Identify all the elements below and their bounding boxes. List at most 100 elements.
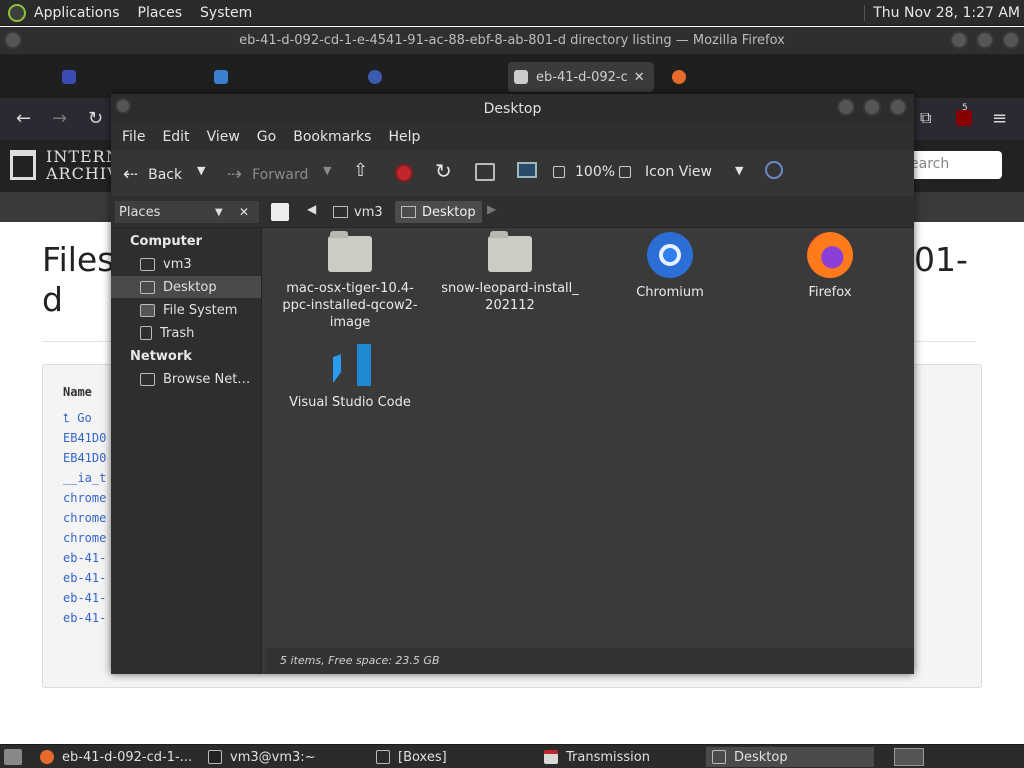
hamburger-menu-icon[interactable]: ≡ — [992, 108, 1007, 129]
listing-row[interactable]: chrome — [63, 491, 106, 505]
chevron-down-icon: ▼ — [215, 206, 223, 218]
fm-titlebar[interactable]: Desktop — [111, 94, 914, 123]
gnome-logo-icon[interactable] — [8, 3, 26, 22]
panel-clock[interactable]: Thu Nov 28, 1:27 AM — [864, 4, 1020, 21]
close-icon[interactable] — [1002, 31, 1020, 49]
breadcrumb-right-arrow-icon[interactable]: ▶ — [487, 202, 496, 216]
task-desktop[interactable]: Desktop — [706, 747, 874, 767]
listing-row[interactable]: EB41D0 — [63, 431, 106, 445]
sidebar-item-file-system[interactable]: File System — [111, 299, 261, 321]
file-item-chromium[interactable]: Chromium — [590, 232, 750, 301]
sidebar-item-trash[interactable]: Trash — [111, 322, 261, 344]
zoom-level[interactable]: 100% — [575, 164, 615, 180]
ia-logo-line2: ARCHIV — [46, 164, 120, 183]
reload-icon[interactable]: ↻ — [435, 159, 452, 183]
menu-bookmarks[interactable]: Bookmarks — [293, 129, 371, 145]
listing-row[interactable]: __ia_t — [63, 471, 106, 485]
view-mode-dropdown-icon[interactable]: ▼ — [735, 164, 743, 177]
task-transmission[interactable]: Transmission — [538, 747, 698, 767]
tab-5[interactable] — [666, 62, 786, 92]
file-item-label: Firefox — [808, 285, 852, 300]
reload-icon[interactable]: ↻ — [88, 108, 103, 129]
sidebar-item-label: Trash — [160, 325, 195, 341]
tab-close-icon[interactable]: ✕ — [634, 70, 645, 85]
menu-system[interactable]: System — [200, 5, 252, 21]
file-item-vscode[interactable]: Visual Studio Code — [270, 344, 430, 411]
file-item-mac-osx-tiger[interactable]: mac-osx-tiger-10.4- ppc-installed-qcow2-… — [270, 231, 430, 331]
firefox-titlebar[interactable]: eb-41-d-092-cd-1-e-4541-91-ac-88-ebf-8-a… — [0, 27, 1024, 54]
menu-places[interactable]: Places — [138, 5, 183, 21]
boxes-icon — [376, 750, 390, 764]
task-firefox[interactable]: eb-41-d-092-cd-1-... — [34, 747, 194, 767]
back-arrow-icon[interactable]: ← — [16, 108, 31, 129]
menu-view[interactable]: View — [207, 129, 240, 145]
minimize-icon[interactable] — [837, 98, 855, 116]
forward-button[interactable]: ⇢ Forward — [227, 164, 308, 185]
forward-arrow-icon[interactable]: → — [52, 108, 67, 129]
breadcrumb-left-arrow-icon[interactable]: ◀ — [307, 202, 316, 216]
workspace-switcher-icon[interactable] — [894, 748, 924, 766]
tab-1[interactable] — [56, 62, 196, 92]
maximize-icon[interactable] — [863, 98, 881, 116]
folder-icon — [488, 231, 532, 272]
listing-row[interactable]: ⮤ Go — [63, 411, 92, 426]
computer-icon[interactable] — [517, 162, 537, 178]
back-button[interactable]: ⇠ Back — [123, 164, 182, 185]
zoom-out-icon[interactable] — [553, 166, 565, 178]
file-item-snow-leopard[interactable]: snow-leopard-install_ 202112 — [430, 231, 590, 314]
file-icon-view[interactable]: mac-osx-tiger-10.4- ppc-installed-qcow2-… — [266, 228, 914, 648]
listing-row[interactable]: eb-41- — [63, 551, 106, 565]
view-mode-select[interactable]: Icon View — [645, 164, 712, 180]
listing-header-name[interactable]: Name — [63, 385, 92, 399]
tab-active[interactable]: eb-41-d-092-c ✕ — [508, 62, 654, 92]
close-sidebar-icon[interactable]: ✕ — [239, 205, 249, 219]
home-icon[interactable] — [475, 163, 495, 181]
file-item-firefox[interactable]: Firefox — [750, 232, 910, 301]
ia-logo-text[interactable]: INTERN ARCHIV — [46, 148, 121, 182]
minimize-icon[interactable] — [950, 31, 968, 49]
menu-file[interactable]: File — [122, 129, 145, 145]
listing-row[interactable]: chrome — [63, 511, 106, 525]
ia-logo-line1: INTERN — [46, 147, 121, 166]
tab-2[interactable] — [208, 62, 348, 92]
forward-history-dropdown-icon[interactable]: ▼ — [323, 164, 331, 177]
task-label: vm3@vm3:~ — [230, 749, 316, 765]
zoom-in-icon[interactable] — [619, 166, 631, 178]
tab-favicon-icon — [62, 70, 76, 84]
menu-go[interactable]: Go — [257, 129, 276, 145]
listing-row[interactable]: eb-41- — [63, 591, 106, 605]
task-label: Desktop — [734, 749, 788, 765]
listing-row[interactable]: eb-41- — [63, 611, 106, 625]
file-manager-window: Desktop File Edit View Go Bookmarks Help… — [111, 94, 914, 674]
listing-row[interactable]: EB41D0 — [63, 451, 106, 465]
breadcrumb-desktop[interactable]: Desktop — [395, 201, 482, 223]
stop-icon[interactable] — [395, 164, 413, 182]
search-icon[interactable] — [765, 161, 783, 179]
tab-3[interactable] — [362, 62, 502, 92]
sidebar-item-desktop[interactable]: Desktop — [111, 276, 261, 298]
breadcrumb-vm3[interactable]: vm3 — [333, 202, 383, 222]
sidebar-item-vm3[interactable]: vm3 — [111, 253, 261, 275]
ia-search-input[interactable]: earch — [902, 151, 1002, 179]
task-terminal[interactable]: vm3@vm3:~ — [202, 747, 362, 767]
page-title: Files — [42, 240, 115, 279]
show-desktop-icon[interactable] — [4, 749, 22, 765]
up-icon[interactable]: ⇧ — [353, 160, 368, 181]
menu-help[interactable]: Help — [388, 129, 420, 145]
ia-logo-icon[interactable] — [10, 150, 36, 180]
menu-applications[interactable]: Applications — [34, 5, 120, 21]
menu-edit[interactable]: Edit — [162, 129, 189, 145]
listing-row[interactable]: eb-41- — [63, 571, 106, 585]
listing-row[interactable]: chrome — [63, 531, 106, 545]
back-history-dropdown-icon[interactable]: ▼ — [197, 164, 205, 177]
sidebar-type-select[interactable]: Places ▼ ✕ — [115, 201, 259, 223]
extensions-icon[interactable]: ⧉ — [920, 108, 931, 128]
toggle-location-entry-icon[interactable] — [271, 203, 289, 221]
window-menu-icon[interactable] — [4, 31, 22, 49]
close-icon[interactable] — [889, 98, 907, 116]
maximize-icon[interactable] — [976, 31, 994, 49]
window-menu-icon[interactable] — [115, 98, 131, 114]
folder-icon — [328, 231, 372, 272]
sidebar-item-browse-network[interactable]: Browse Net… — [111, 368, 261, 390]
task-boxes[interactable]: [Boxes] — [370, 747, 530, 767]
